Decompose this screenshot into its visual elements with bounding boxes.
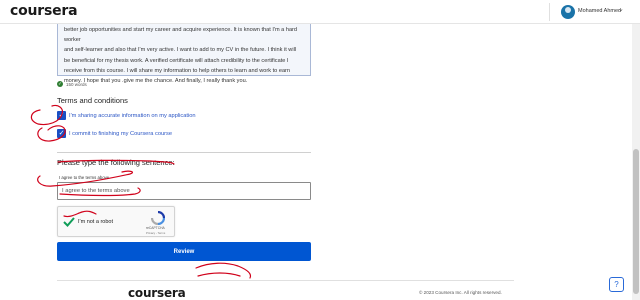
help-icon[interactable]: ? <box>609 277 624 292</box>
checkbox-checked-icon[interactable]: ✓ <box>57 129 66 138</box>
footer-logo[interactable]: coursera <box>128 286 186 300</box>
essay-line: and self-learner and also that I'm very … <box>64 47 297 54</box>
coursera-logo[interactable]: coursera <box>10 3 78 19</box>
footer: coursera © 2023 Coursera Inc. All rights… <box>0 280 640 300</box>
annotation-scribble <box>197 272 241 277</box>
annotation-scribble <box>195 262 252 279</box>
check-circle-icon: ✓ <box>57 81 63 87</box>
page-scrollbar[interactable] <box>632 24 640 300</box>
checkbox-checked-icon[interactable]: ✓ <box>57 111 66 120</box>
footer-copyright: © 2023 Coursera Inc. All rights reserved… <box>419 290 502 295</box>
scrollbar-thumb[interactable] <box>633 149 639 294</box>
recaptcha-widget: I'm not a robot reCAPTCHA Privacy - Term… <box>57 206 175 237</box>
top-header: coursera Mohamed Ahmed ⌄ <box>0 0 640 24</box>
terms-checkbox-row-accurate[interactable]: ✓ I'm sharing accurate information on my… <box>57 111 196 120</box>
recaptcha-label: I'm not a robot <box>78 219 113 225</box>
terms-checkbox-row-commit[interactable]: ✓ I commit to finishing my Coursera cour… <box>57 129 172 138</box>
review-button[interactable]: Review <box>57 242 311 261</box>
sentence-title: Please type the following sentence: <box>57 158 175 167</box>
footer-divider <box>57 280 514 281</box>
recaptcha-links[interactable]: Privacy - Terms <box>146 231 165 235</box>
word-count: ✓ 150 words <box>57 81 87 87</box>
word-count-label: 150 words <box>66 81 87 87</box>
section-divider <box>57 152 311 153</box>
terms-title: Terms and conditions <box>57 96 128 105</box>
essay-line: be beneficial for my thesis work. A veri… <box>64 57 289 64</box>
header-divider <box>549 3 550 21</box>
recaptcha-logo-icon <box>151 211 165 225</box>
chevron-down-icon[interactable]: ⌄ <box>618 5 624 13</box>
essay-line: receive from this course. I will share m… <box>64 67 291 74</box>
sentence-prompt: I agree to the terms above <box>59 175 110 180</box>
sentence-input[interactable] <box>57 182 311 200</box>
user-name[interactable]: Mohamed Ahmed <box>578 8 621 14</box>
terms-checkbox-label[interactable]: I'm sharing accurate information on my a… <box>69 113 196 119</box>
essay-line: better job opportunities and start my ca… <box>64 27 298 44</box>
essay-line: money. I hope that you .give me the chan… <box>64 78 248 85</box>
recaptcha-brand: reCAPTCHA <box>146 226 165 230</box>
terms-checkbox-label[interactable]: I commit to finishing my Coursera course <box>69 131 172 137</box>
recaptcha-checkmark-icon[interactable] <box>63 216 75 228</box>
essay-textarea[interactable]: better job opportunities and start my ca… <box>57 24 311 84</box>
avatar[interactable] <box>561 5 575 19</box>
